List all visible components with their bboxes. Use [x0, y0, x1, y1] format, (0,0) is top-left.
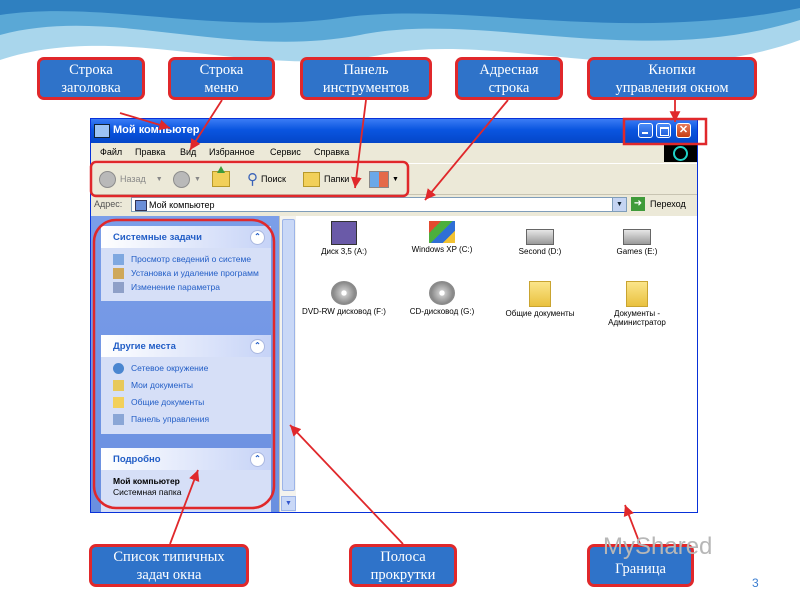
arrow-title-bar — [119, 112, 171, 131]
page-number: 3 — [752, 576, 759, 590]
arrow-toolbar — [350, 99, 367, 189]
arrow-menu — [189, 99, 223, 151]
highlight-task-panel — [92, 218, 276, 510]
watermark: MyShared — [603, 533, 713, 560]
annotation-overlay — [89, 99, 708, 545]
highlight-window-controls — [622, 117, 708, 146]
highlight-toolbar — [89, 160, 410, 198]
arrow-scrollbar — [289, 424, 404, 545]
arrow-address-bar — [424, 99, 509, 201]
